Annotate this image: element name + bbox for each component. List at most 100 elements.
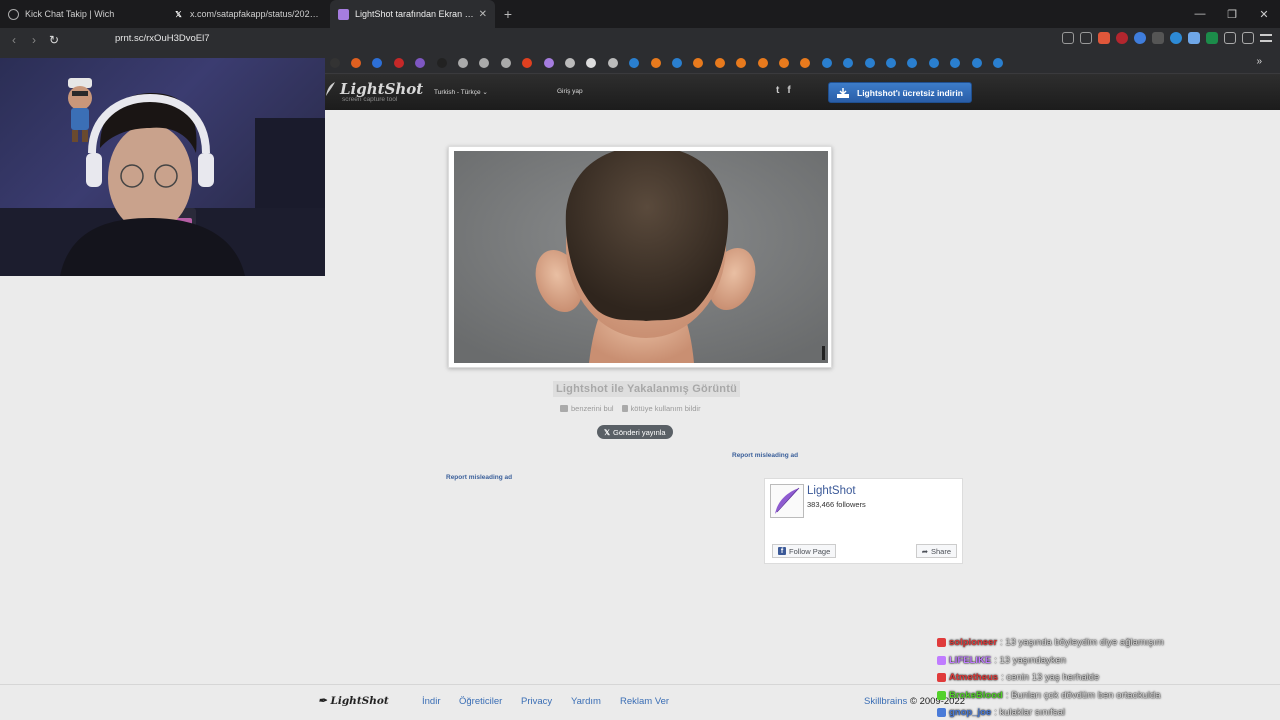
bookmark-favicon-icon[interactable] xyxy=(714,58,725,68)
bookmarks-overflow-icon[interactable]: » xyxy=(1256,56,1262,67)
brave-shield-icon[interactable] xyxy=(1098,32,1110,44)
bookmark-favicon-icon[interactable] xyxy=(672,58,682,68)
footer-link-tutorials[interactable]: Öğreticiler xyxy=(459,696,502,707)
chat-message: BrokeBlood: Bunları çok dövdüm ben ortao… xyxy=(937,687,1277,705)
window-controls: — ❐ ✕ xyxy=(1184,0,1280,28)
language-label: Turkish - Türkçe xyxy=(434,89,481,96)
globe-icon xyxy=(8,8,19,20)
reload-icon[interactable]: ↻ xyxy=(44,33,64,47)
sidebar-icon[interactable] xyxy=(1242,32,1254,44)
lightshot-icon xyxy=(338,8,349,20)
tweet-button[interactable]: 𝕏 Gönderi yayınla xyxy=(597,425,673,439)
bookmark-favicon-icon[interactable] xyxy=(458,58,468,68)
install-app-icon[interactable] xyxy=(1062,32,1074,44)
new-tab-button[interactable]: + xyxy=(495,6,521,22)
bookmark-favicon-icon[interactable] xyxy=(650,58,661,68)
download-button[interactable]: Lightshot'ı ücretsiz indirin xyxy=(828,82,972,103)
bookmark-favicon-icon[interactable] xyxy=(821,58,832,68)
bookmark-favicon-icon[interactable] xyxy=(543,58,554,68)
language-selector[interactable]: Turkish - Türkçe ⌄ xyxy=(434,88,488,96)
ublock-icon[interactable] xyxy=(1116,32,1128,44)
back-icon[interactable]: ‹ xyxy=(4,33,24,47)
bookmark-favicon-icon[interactable] xyxy=(351,58,361,68)
footer-link-help[interactable]: Yardım xyxy=(571,696,601,707)
download-label: Lightshot'ı ücretsiz indirin xyxy=(857,87,963,98)
bookmark-favicon-icon[interactable] xyxy=(500,58,511,68)
bookmark-favicon-icon[interactable] xyxy=(415,58,426,68)
bookmark-favicon-icon[interactable] xyxy=(693,58,704,68)
chat-text: : 13 yaşında böyleydim diye ağlamışım xyxy=(1000,637,1164,649)
minimize-button[interactable]: — xyxy=(1184,0,1216,28)
chat-username: Atmetheus xyxy=(949,672,999,684)
extension-icon[interactable] xyxy=(1170,32,1182,44)
social-links: t f xyxy=(776,85,791,96)
footer-link-advertise[interactable]: Reklam Ver xyxy=(620,696,669,707)
share-icon[interactable] xyxy=(1080,32,1092,44)
extension-icon[interactable] xyxy=(1134,32,1146,44)
puzzle-icon[interactable] xyxy=(1224,32,1236,44)
share-button[interactable]: ➦ Share xyxy=(915,544,957,558)
bookmark-favicon-icon[interactable] xyxy=(565,58,575,68)
tab-lightshot[interactable]: LightShot tarafından Ekran Görü... ✕ xyxy=(330,0,495,28)
bookmark-favicon-icon[interactable] xyxy=(928,58,939,68)
footer-logo-text: LightShot xyxy=(330,695,389,707)
company-link[interactable]: Skillbrains xyxy=(864,696,907,707)
twitter-icon[interactable]: t xyxy=(776,85,779,96)
lightshot-logo[interactable]: LightShot screen capture tool xyxy=(326,80,423,103)
tab-label: LightShot tarafından Ekran Görü... xyxy=(355,9,475,19)
bookmark-favicon-icon[interactable] xyxy=(479,58,490,68)
tab-x-status[interactable]: 𝕏 x.com/satapfakapp/status/20229998... xyxy=(165,0,330,28)
maximize-button[interactable]: ❐ xyxy=(1216,0,1248,28)
bookmark-favicon-icon[interactable] xyxy=(736,58,747,68)
bookmark-favicon-icon[interactable] xyxy=(436,58,447,68)
bookmark-favicon-icon[interactable] xyxy=(629,58,640,68)
menu-icon[interactable] xyxy=(1260,34,1272,42)
image-title: Lightshot ile Yakalanmış Görüntü xyxy=(553,381,741,397)
bookmark-favicon-icon[interactable] xyxy=(372,58,383,68)
chat-text: : cenin 13 yaş herhalde xyxy=(1001,672,1100,684)
report-ad-link[interactable]: Report misleading ad xyxy=(732,452,798,459)
bookmark-favicon-icon[interactable] xyxy=(779,58,789,68)
report-abuse-link[interactable]: kötüye kullanım bildir xyxy=(621,404,701,413)
url-field[interactable]: prnt.sc/rxOuH3DvoEl7 xyxy=(115,33,210,44)
bookmark-favicon-icon[interactable] xyxy=(607,58,618,68)
extension-icon[interactable] xyxy=(1152,32,1164,44)
chat-username: gnop_joe xyxy=(949,707,992,719)
report-ad-link[interactable]: Report misleading ad xyxy=(446,474,512,481)
page-name[interactable]: LightShot xyxy=(807,485,856,497)
footer-link-privacy[interactable]: Privacy xyxy=(521,696,552,707)
bookmark-favicon-icon[interactable] xyxy=(971,58,982,68)
stream-chat-overlay: solpioneer: 13 yaşında böyleydim diye ağ… xyxy=(937,634,1277,720)
close-window-button[interactable]: ✕ xyxy=(1248,0,1280,28)
facebook-icon: f xyxy=(778,547,786,555)
bookmark-favicon-icon[interactable] xyxy=(993,58,1003,68)
facebook-icon[interactable]: f xyxy=(787,85,790,96)
bookmark-favicon-icon[interactable] xyxy=(757,58,768,68)
bookmark-favicon-icon[interactable] xyxy=(329,58,340,68)
follow-page-button[interactable]: f Follow Page xyxy=(772,544,837,558)
bookmark-favicon-icon[interactable] xyxy=(393,58,404,68)
bookmark-favicon-icon[interactable] xyxy=(864,58,875,68)
close-tab-icon[interactable]: ✕ xyxy=(479,9,487,20)
page-avatar[interactable] xyxy=(770,484,804,518)
screenshot-image[interactable] xyxy=(454,151,828,363)
extension-icon[interactable] xyxy=(1188,32,1200,44)
forward-icon[interactable]: › xyxy=(24,33,44,47)
streamer-webcam-feed xyxy=(0,93,325,276)
tab-kick-chat[interactable]: Kick Chat Takip | Wich xyxy=(0,0,165,28)
bookmark-favicon-icon[interactable] xyxy=(586,58,597,68)
bookmark-favicon-icon[interactable] xyxy=(950,58,961,68)
tab-label: Kick Chat Takip | Wich xyxy=(25,9,115,19)
footer-logo[interactable]: ✒ LightShot xyxy=(318,695,389,707)
feather-icon xyxy=(326,82,335,96)
bookmark-favicon-icon[interactable] xyxy=(907,58,918,68)
bookmark-favicon-icon[interactable] xyxy=(522,58,533,68)
flag-icon xyxy=(621,405,628,412)
footer-link-download[interactable]: İndir xyxy=(422,696,440,707)
bookmark-favicon-icon[interactable] xyxy=(843,58,854,68)
bookmark-favicon-icon[interactable] xyxy=(886,58,896,68)
bookmark-favicon-icon[interactable] xyxy=(800,58,811,68)
find-similar-link[interactable]: benzerini bul xyxy=(560,404,614,413)
login-link[interactable]: Giriş yap xyxy=(557,88,583,95)
extension-icon[interactable] xyxy=(1206,32,1218,44)
